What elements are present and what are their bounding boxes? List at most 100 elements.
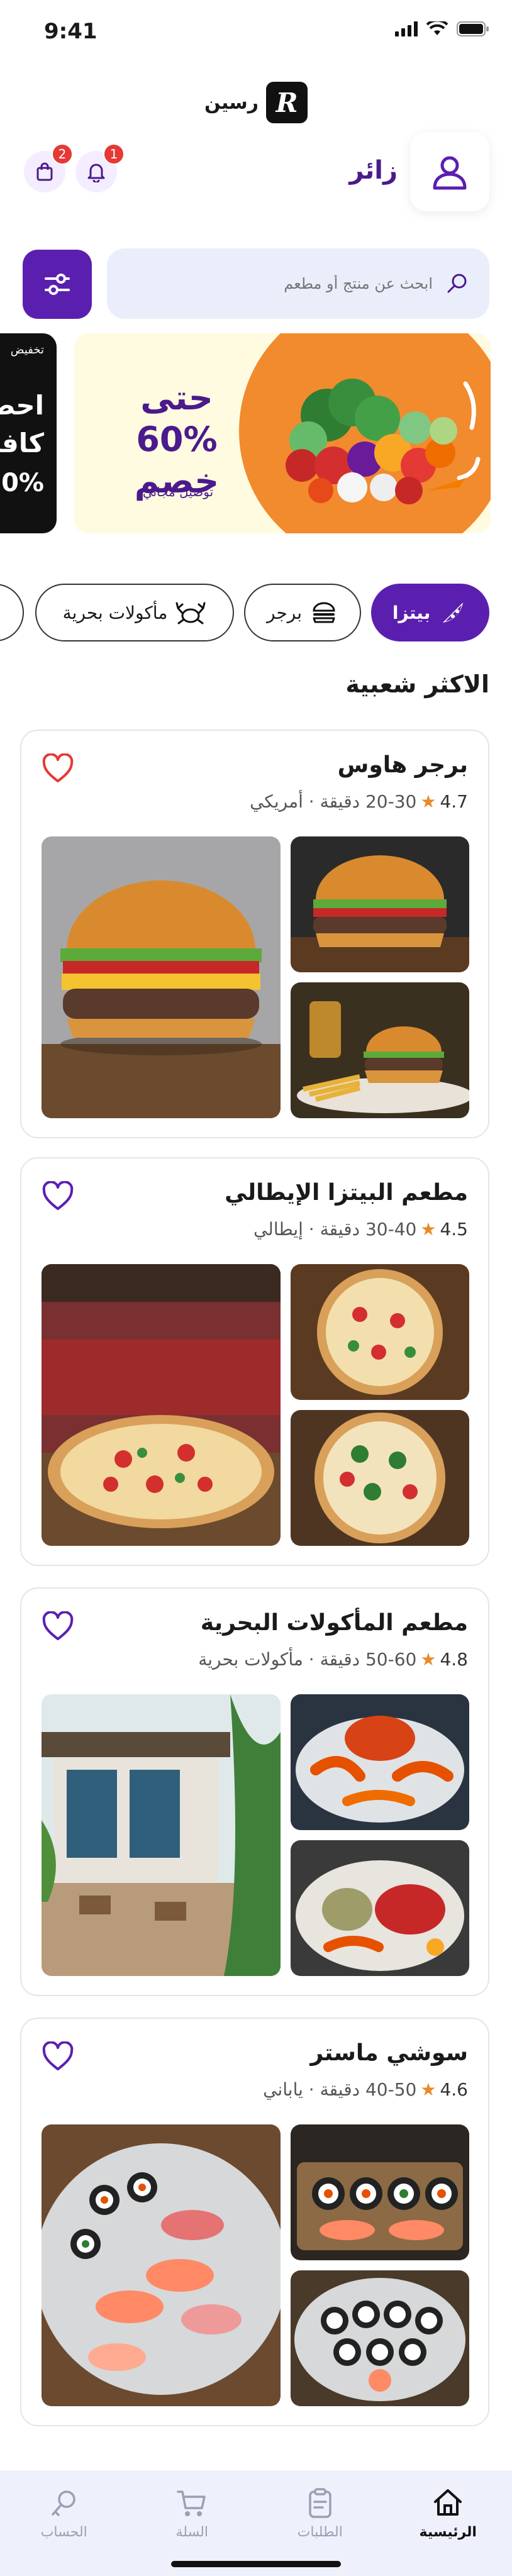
status-bar: 9:41 [0,0,512,63]
restaurant-details: 30-40 دقيقة · إيطالي [253,1219,417,1240]
promo-banner[interactable]: حتى 60% خصم توصيل مجاني [74,333,491,533]
promo-side-line3: 0% [1,469,44,497]
food-photo-bottom [291,2270,469,2406]
logo-letter: R [275,87,298,118]
food-photo-top [291,1694,469,1830]
star-icon: ★ [420,2079,437,2100]
star-icon: ★ [420,1219,437,1240]
nav-account[interactable]: الحساب [14,2487,114,2540]
cart-badge: 2 [52,143,73,165]
restaurant-name: برجر هاوس [337,752,468,778]
status-icons [395,21,489,36]
wifi-icon [426,21,448,35]
category-chip-pizza[interactable]: بيتزا [371,584,489,641]
burger-icon [313,602,335,623]
promo-side-line1: احصل [0,390,44,421]
nav-home[interactable]: الرئيسية [398,2487,498,2540]
crab-icon [175,602,206,625]
restaurant-card[interactable]: برجر هاوس 4.7 ★ 20-30 دقيقة · أمريكي [20,730,489,1138]
nav-label: الطلبات [297,2524,343,2540]
category-chip-seafood[interactable]: مأكولات بحرية [35,584,234,641]
restaurant-photo-main [42,1694,281,1976]
app-logo: R رسين [0,82,512,123]
restaurant-meta: 4.5 ★ 30-40 دقيقة · إيطالي [253,1219,468,1240]
restaurant-details: 50-60 دقيقة · مأكولات بحرية [198,1649,417,1670]
home-indicator [171,2561,341,2567]
restaurant-name: سوشي ماستر [310,2040,468,2066]
search-row [23,248,489,319]
category-chip-burger[interactable]: برجر [244,584,361,641]
rating-value: 4.6 [440,2079,468,2100]
restaurant-card[interactable]: مطعم البيتزا الإيطالي 4.5 ★ 30-40 دقيقة … [20,1157,489,1566]
category-chips: بيتزا برجر مأكولات بحرية [0,584,512,643]
food-photo-main [42,836,281,1118]
restaurant-details: 20-30 دقيقة · أمريكي [250,791,417,812]
search-icon [447,274,467,293]
logo-mark: R [266,82,308,123]
bottom-nav: الرئيسية الطلبات السلة الحساب [0,2470,512,2576]
restaurant-name: مطعم البيتزا الإيطالي [225,1180,468,1206]
star-icon: ★ [420,1649,437,1670]
promo-carousel[interactable]: تخفيض احصل كافة 0% حتى 60% خصم توصيل مجا… [0,333,512,533]
nav-label: الحساب [40,2524,87,2540]
category-chip-partial[interactable] [0,584,24,641]
category-chip-label: مأكولات بحرية [62,602,168,623]
promo-side-small: تخفيض [10,343,44,357]
food-photo-bottom [291,1410,469,1546]
signal-icon [395,21,418,36]
promo-title-line1: حتى [140,378,213,418]
restaurant-name: مطعم المأكولات البحرية [200,1610,468,1636]
vegetables-illustration [286,379,481,504]
search-input[interactable] [131,248,433,319]
pizza-icon [443,602,464,623]
rating-value: 4.5 [440,1219,468,1240]
battery-icon [457,21,489,36]
nav-label: الرئيسية [419,2524,477,2540]
user-icon [433,156,467,190]
profile-avatar-button[interactable] [410,132,489,211]
orders-icon [309,2488,331,2518]
promo-banner-partial[interactable]: تخفيض احصل كافة 0% [0,333,57,533]
account-icon [52,2490,75,2516]
restaurant-card[interactable]: سوشي ماستر 4.6 ★ 40-50 دقيقة · ياباني [20,2018,489,2426]
food-photo-top [291,2124,469,2260]
heart-outline-icon[interactable] [42,2041,74,2072]
logo-text: رسين [204,91,259,114]
shopping-bag-icon [36,162,53,181]
food-photo-top [291,836,469,972]
section-title-popular: الاكثر شعبية [345,670,489,698]
notifications-button[interactable]: 1 [75,143,125,192]
category-chip-label: بيتزا [392,602,431,623]
rating-value: 4.8 [440,1649,468,1670]
category-chip-label: برجر [267,602,302,623]
status-time: 9:41 [44,19,97,44]
restaurant-card[interactable]: مطعم المأكولات البحرية 4.8 ★ 50-60 دقيقة… [20,1587,489,1996]
home-icon [434,2489,462,2516]
header: زائر 1 2 [0,132,512,214]
food-photo-main [42,1264,281,1546]
promo-subtitle: توصيل مجاني [142,484,214,499]
promo-side-line2: كافة [0,428,44,458]
food-photo-bottom [291,1840,469,1976]
food-photo-main [42,2124,281,2406]
food-photo-top [291,1264,469,1400]
rating-value: 4.7 [440,791,468,812]
nav-label: السلة [175,2524,209,2540]
heart-outline-icon[interactable] [42,1181,74,1211]
filter-button[interactable] [23,250,92,319]
sliders-icon [45,274,70,295]
cart-header-button[interactable]: 2 [24,143,73,192]
promo-title: حتى 60% خصم [92,377,262,502]
heart-outline-icon[interactable] [42,1611,74,1641]
nav-orders[interactable]: الطلبات [270,2487,370,2540]
notification-badge: 1 [103,143,125,165]
restaurant-details: 40-50 دقيقة · ياباني [263,2079,417,2100]
nav-cart[interactable]: السلة [142,2487,242,2540]
bell-icon [87,164,105,182]
restaurant-meta: 4.8 ★ 50-60 دقيقة · مأكولات بحرية [198,1649,468,1670]
food-photo-bottom [291,982,469,1118]
heart-filled-icon[interactable] [42,753,74,784]
star-icon: ★ [420,791,437,812]
user-name: زائر [349,156,398,185]
restaurant-meta: 4.7 ★ 20-30 دقيقة · أمريكي [250,791,468,812]
